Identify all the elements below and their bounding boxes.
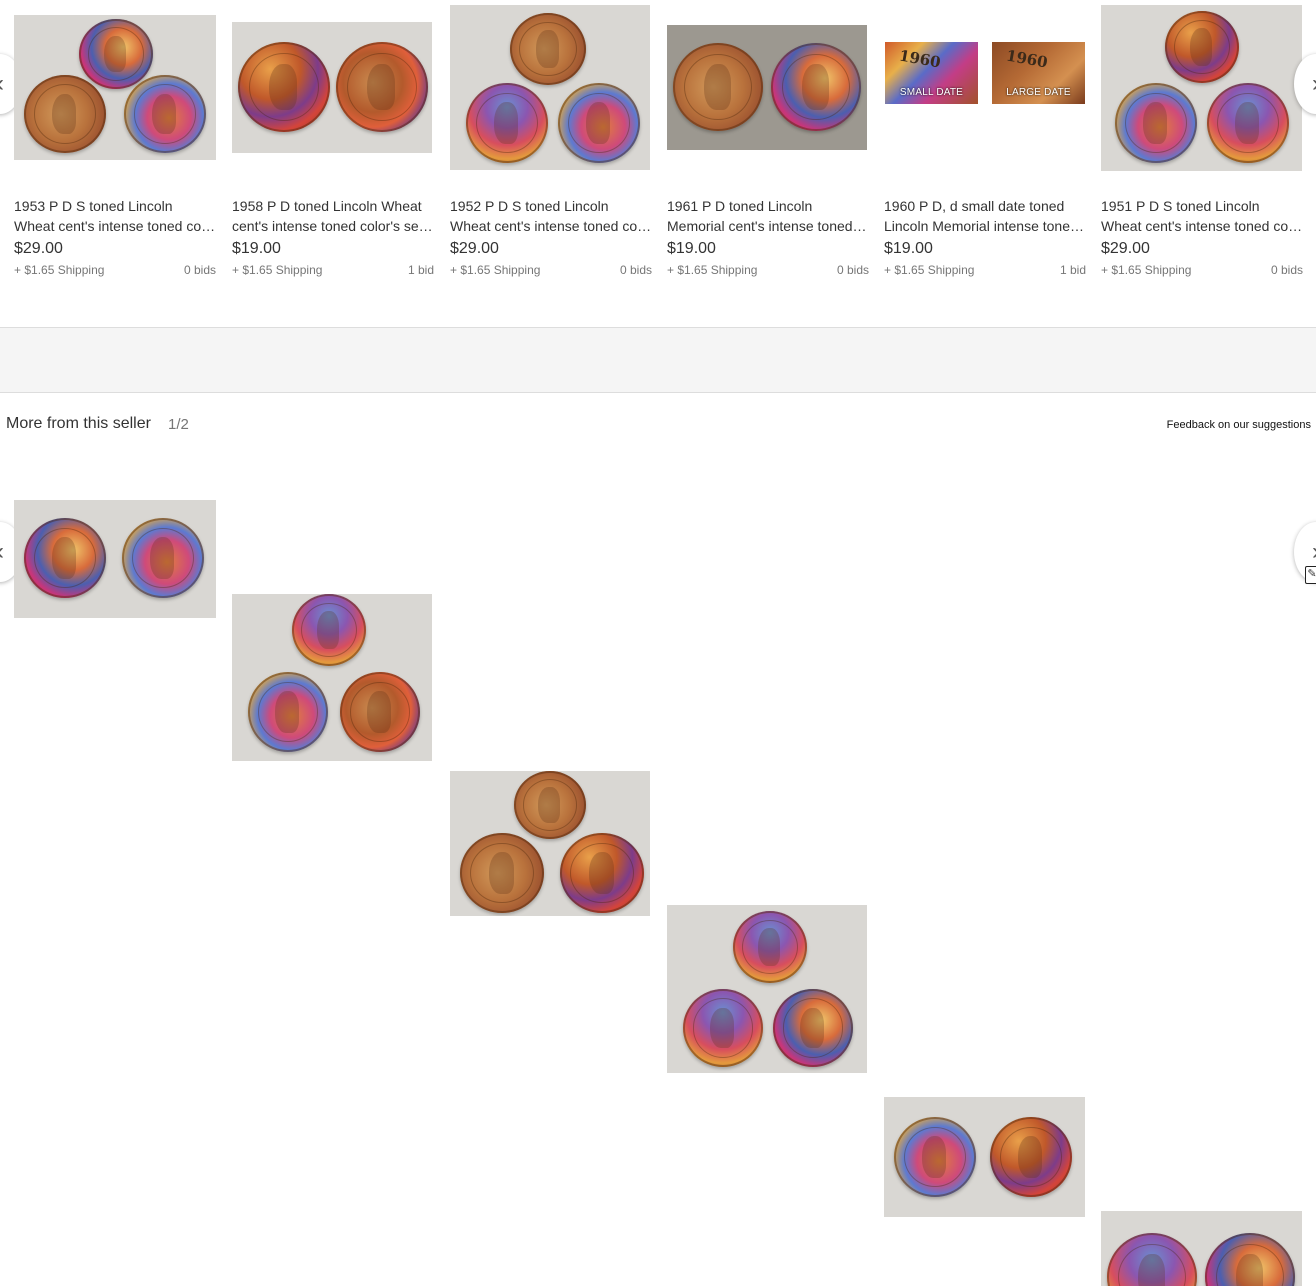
similar-items-carousel: ‹ 1953 P D S toned Lincoln Wheat cent's … xyxy=(0,0,1316,300)
listing-card[interactable]: 1951 P D S toned Lincoln Wheat cent's in… xyxy=(1101,0,1303,290)
chevron-right-icon: › xyxy=(1312,538,1316,566)
listing-image[interactable] xyxy=(14,15,216,160)
seller-items-carousel: ‹ › xyxy=(0,470,1316,1286)
coin-image xyxy=(773,989,853,1067)
listing-bids: 1 bid xyxy=(1059,263,1086,277)
coin-image xyxy=(336,42,428,132)
listing-shipping: + $1.65 Shipping xyxy=(14,263,105,277)
pen-cursor-icon: ✎ xyxy=(1305,566,1316,584)
listing-title[interactable]: 1961 P D toned Lincoln Memorial cent's i… xyxy=(667,196,869,236)
listing-image[interactable] xyxy=(14,500,216,618)
coin-image xyxy=(460,833,544,913)
coin-image xyxy=(24,75,106,153)
coin-image xyxy=(248,672,328,752)
listing-card[interactable]: 1952 P D S toned Lincoln Wheat cent's in… xyxy=(450,0,652,290)
listing-image[interactable] xyxy=(667,905,867,1073)
listing-bids: 0 bids xyxy=(1270,263,1303,277)
chevron-left-icon: ‹ xyxy=(0,538,4,566)
listing-price: $29.00 xyxy=(450,240,499,257)
section-spacer xyxy=(0,328,1316,392)
large-date-closeup: 1960 LARGE DATE xyxy=(992,42,1085,104)
coin-image xyxy=(466,83,548,163)
listing-price: $19.00 xyxy=(884,240,933,257)
coin-image xyxy=(560,833,644,913)
listing-image[interactable] xyxy=(884,1097,1085,1217)
listing-image[interactable] xyxy=(667,25,867,150)
listing-title[interactable]: 1952 P D S toned Lincoln Wheat cent's in… xyxy=(450,196,652,236)
listing-title[interactable]: 1953 P D S toned Lincoln Wheat cent's in… xyxy=(14,196,216,236)
listing-image[interactable] xyxy=(450,771,650,916)
listing-shipping: + $1.65 Shipping xyxy=(884,263,975,277)
coin-image xyxy=(24,518,106,598)
listing-image[interactable] xyxy=(232,594,432,761)
coin-image xyxy=(1205,1233,1295,1286)
listing-shipping: + $1.65 Shipping xyxy=(232,263,323,277)
chevron-left-icon: ‹ xyxy=(0,70,4,98)
listing-image[interactable] xyxy=(1101,1211,1302,1286)
coin-image xyxy=(1107,1233,1197,1286)
chevron-right-icon: › xyxy=(1312,70,1316,98)
coin-image xyxy=(1115,83,1197,163)
listing-title[interactable]: 1958 P D toned Lincoln Wheat cent's inte… xyxy=(232,196,434,236)
coin-image xyxy=(558,83,640,163)
coin-image xyxy=(514,771,586,839)
listing-image[interactable] xyxy=(1101,5,1302,171)
carousel-page-indicator: 1/2 xyxy=(168,416,189,433)
coin-image xyxy=(510,13,586,85)
coin-image xyxy=(771,43,861,131)
coin-image xyxy=(990,1117,1072,1197)
listing-title[interactable]: 1960 P D, d small date toned Lincoln Mem… xyxy=(884,196,1086,236)
coin-image xyxy=(340,672,420,752)
listing-card[interactable]: 1960 SMALL DATE 1960 LARGE DATE 1960 P D… xyxy=(884,0,1086,290)
listing-image[interactable]: 1960 SMALL DATE 1960 LARGE DATE xyxy=(884,40,1086,134)
section-title: More from this seller xyxy=(6,415,151,432)
coin-image xyxy=(238,42,330,132)
listing-price: $19.00 xyxy=(667,240,716,257)
coin-image xyxy=(1165,11,1239,83)
listing-bids: 0 bids xyxy=(619,263,652,277)
coin-image xyxy=(733,911,807,983)
listing-bids: 0 bids xyxy=(836,263,869,277)
listing-shipping: + $1.65 Shipping xyxy=(450,263,541,277)
listing-price: $29.00 xyxy=(1101,240,1150,257)
listing-image[interactable] xyxy=(232,22,432,153)
coin-image xyxy=(894,1117,976,1197)
coin-image xyxy=(79,19,153,89)
listing-price: $19.00 xyxy=(232,240,281,257)
coin-image xyxy=(124,75,206,153)
listing-image[interactable] xyxy=(450,5,650,170)
listing-card[interactable]: 1953 P D S toned Lincoln Wheat cent's in… xyxy=(14,0,216,290)
coin-image xyxy=(122,518,204,598)
coin-image xyxy=(1207,83,1289,163)
listing-bids: 1 bid xyxy=(407,263,434,277)
coin-image xyxy=(683,989,763,1067)
coin-image xyxy=(673,43,763,131)
feedback-link[interactable]: Feedback on our suggestions xyxy=(1167,419,1311,431)
listing-price: $29.00 xyxy=(14,240,63,257)
coin-image xyxy=(292,594,366,666)
section-divider xyxy=(0,392,1316,393)
listing-title[interactable]: 1951 P D S toned Lincoln Wheat cent's in… xyxy=(1101,196,1303,236)
listing-card[interactable]: 1961 P D toned Lincoln Memorial cent's i… xyxy=(667,0,869,290)
listing-bids: 0 bids xyxy=(183,263,216,277)
listing-shipping: + $1.65 Shipping xyxy=(1101,263,1192,277)
listing-card[interactable]: 1958 P D toned Lincoln Wheat cent's inte… xyxy=(232,0,434,290)
listing-shipping: + $1.65 Shipping xyxy=(667,263,758,277)
small-date-closeup: 1960 SMALL DATE xyxy=(885,42,978,104)
